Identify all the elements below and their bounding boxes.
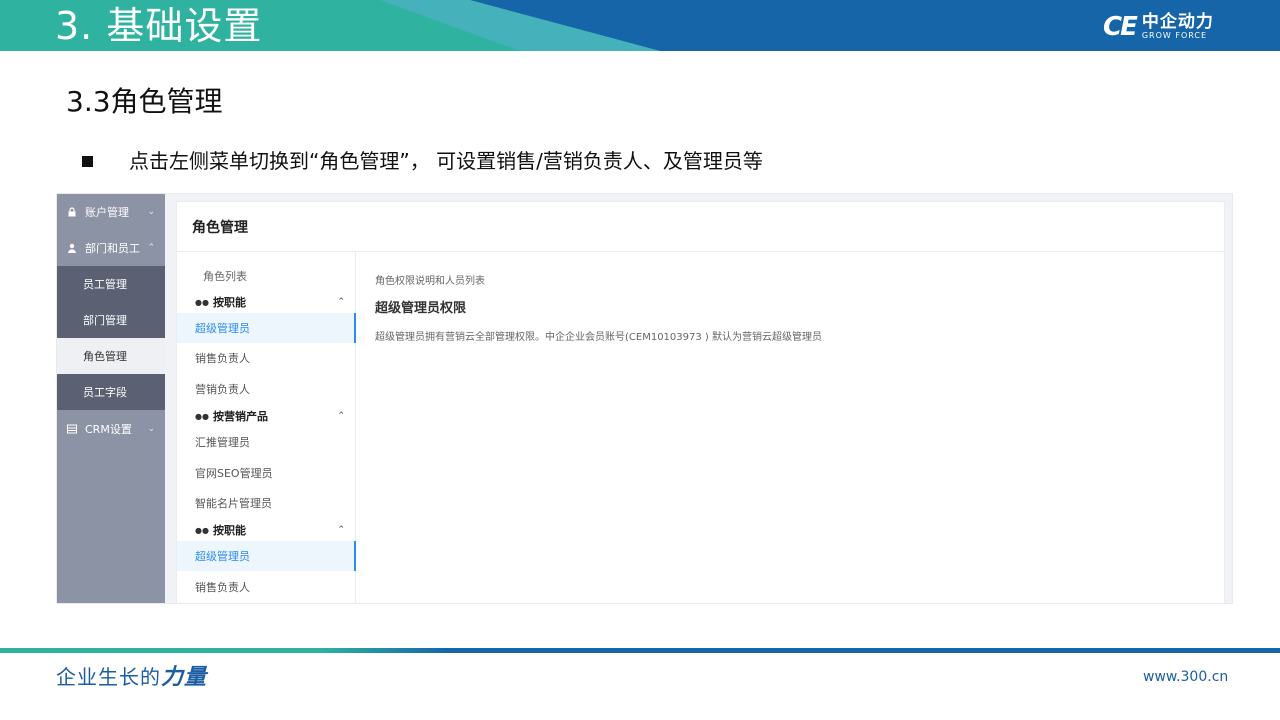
footer-slogan: 企业生长的力量 — [56, 664, 207, 691]
role-management-card: 角色管理 角色列表 ●● 按职能 ⌃ 超级管理员 销售负责人 营销负责人 ●● … — [176, 201, 1225, 603]
role-group-label: 按职能 — [212, 296, 246, 309]
detail-heading: 超级管理员权限 — [375, 301, 467, 316]
role-group-header[interactable]: ●● 按职能 ⌃ — [195, 520, 345, 540]
footer-divider — [0, 648, 1280, 653]
sidebar-item-crm-settings[interactable]: CRM设置 ⌄ — [57, 411, 165, 447]
slide-header: 3. 基础设置 CE 中企动力 GROW FORCE — [0, 0, 1280, 51]
chevron-up-icon: ⌃ — [337, 411, 345, 421]
chevron-down-icon: ⌄ — [147, 207, 155, 217]
section-title: 3.3角色管理 — [66, 85, 223, 118]
chevron-up-icon: ⌃ — [337, 297, 345, 307]
detail-description: 超级管理员拥有营销云全部管理权限。中企企业会员账号(CEM10103973 ) … — [375, 332, 822, 343]
bullet-row: 点击左侧菜单切换到“角色管理”， 可设置销售/营销负责人、及管理员等 — [82, 148, 763, 174]
role-item[interactable]: 超级管理员 — [177, 313, 356, 343]
user-icon — [68, 243, 76, 253]
sidebar-sub-item-department[interactable]: 部门管理 — [57, 302, 165, 338]
slogan-regular: 企业生长的 — [56, 665, 161, 689]
sidebar-item-label: 账户管理 — [85, 206, 129, 219]
company-logo: CE 中企动力 GROW FORCE — [1103, 12, 1214, 42]
group-icon: ●● — [195, 297, 209, 307]
role-item[interactable]: 销售负责人 — [177, 343, 356, 373]
sidebar-item-label: CRM设置 — [85, 423, 132, 436]
bullet-square-icon — [82, 155, 93, 167]
detail-caption: 角色权限说明和人员列表 — [375, 276, 485, 287]
role-list-panel: 角色列表 ●● 按职能 ⌃ 超级管理员 销售负责人 营销负责人 ●● 按营销产品… — [177, 252, 356, 603]
logo-english: GROW FORCE — [1141, 31, 1208, 40]
slogan-bold: 力量 — [161, 665, 208, 690]
chevron-up-icon: ⌃ — [337, 525, 345, 535]
role-detail: 角色权限说明和人员列表 超级管理员权限 超级管理员拥有营销云全部管理权限。中企企… — [375, 272, 1215, 343]
chevron-up-icon: ⌃ — [147, 243, 155, 253]
sidebar-item-label: 部门和员工 — [85, 242, 140, 255]
lock-icon — [68, 207, 76, 217]
role-group-header[interactable]: ●● 按职能 ⌃ — [195, 292, 345, 312]
role-item[interactable]: 智能名片管理员 — [177, 488, 356, 518]
role-group-label: 按职能 — [212, 524, 246, 537]
card-title: 角色管理 — [177, 202, 1224, 252]
role-group-label: 按营销产品 — [212, 410, 268, 423]
app-screenshot: 账户管理 ⌄ 部门和员工 ⌃ 员工管理 部门管理 角色管理 员工字段 CRM设置… — [56, 193, 1233, 604]
role-group-header[interactable]: ●● 按营销产品 ⌃ — [195, 406, 345, 426]
group-icon: ●● — [195, 411, 209, 421]
sidebar-item-account[interactable]: 账户管理 ⌄ — [57, 194, 165, 230]
sidebar-sub-item-staff-fields[interactable]: 员工字段 — [57, 374, 165, 410]
bullet-text: 点击左侧菜单切换到“角色管理”， 可设置销售/营销负责人、及管理员等 — [129, 149, 763, 173]
slide-title: 3. 基础设置 — [55, 4, 263, 48]
role-item[interactable]: 营销负责人 — [177, 374, 356, 404]
role-list-title: 角色列表 — [203, 270, 247, 283]
footer-website: www.300.cn — [1143, 669, 1229, 685]
role-item[interactable]: 汇推管理员 — [177, 427, 356, 457]
sidebar-sub-item-roles[interactable]: 角色管理 — [57, 338, 165, 374]
role-item[interactable]: 超级管理员 — [177, 541, 356, 571]
role-item[interactable]: 销售负责人 — [177, 572, 356, 602]
group-icon: ●● — [195, 525, 209, 535]
chevron-down-icon: ⌄ — [147, 424, 155, 434]
sidebar-item-department-staff[interactable]: 部门和员工 ⌃ — [57, 230, 165, 266]
logo-chinese: 中企动力 — [1141, 12, 1214, 32]
sidebar-sub-item-staff[interactable]: 员工管理 — [57, 266, 165, 302]
role-item[interactable]: 官网SEO管理员 — [177, 458, 356, 488]
logo-mark: CE — [1103, 12, 1138, 42]
table-icon — [67, 424, 77, 434]
sidebar: 账户管理 ⌄ 部门和员工 ⌃ 员工管理 部门管理 角色管理 员工字段 CRM设置… — [57, 194, 165, 603]
